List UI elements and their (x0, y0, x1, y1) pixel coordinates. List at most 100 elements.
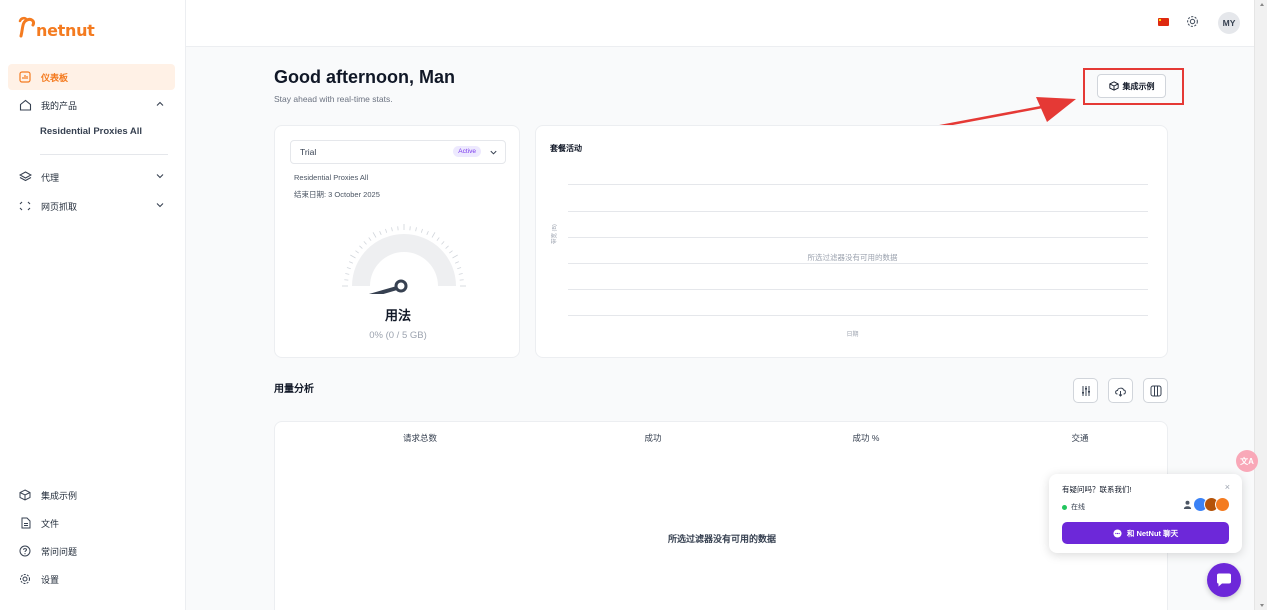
activity-title: 套餐活动 (550, 144, 582, 153)
chat-icon (1217, 573, 1231, 587)
translate-button[interactable]: 文A (1236, 450, 1258, 472)
plan-card: Trial Active Residential Proxies All 结束日… (274, 125, 520, 358)
gauge-tick (368, 237, 372, 241)
gauge-tick (420, 228, 423, 233)
scan-icon (18, 199, 32, 213)
gridline (568, 237, 1148, 238)
online-label: 在线 (1071, 504, 1085, 511)
download-button[interactable] (1108, 378, 1133, 403)
gauge-tick (345, 273, 350, 275)
sidebar-item-dashboard[interactable]: 仪表板 (8, 64, 175, 90)
gauge-tick (449, 250, 453, 254)
sidebar-item-label: 文件 (41, 518, 60, 529)
gauge-tick (415, 227, 417, 232)
sidebar-item-label: 网页抓取 (41, 201, 78, 212)
gauge-tick (379, 231, 382, 236)
chat-button-label: 和 NetNut 聊天 (1126, 528, 1179, 538)
usage-analysis-title: 用量分析 (274, 384, 314, 395)
agent-avatars (1183, 497, 1230, 512)
sidebar-item-integration[interactable]: 集成示例 (8, 482, 175, 508)
agent-avatar (1215, 497, 1230, 512)
gauge-tick (454, 261, 459, 264)
gear-icon (18, 572, 32, 586)
sidebar-item-label: 代理 (41, 172, 60, 183)
cloud-download-icon (1115, 387, 1126, 397)
sidebar-item-label: 常问问题 (41, 546, 78, 557)
gauge-tick (372, 232, 377, 238)
columns-button[interactable] (1143, 378, 1168, 403)
sidebar-item-docs[interactable]: 文件 (8, 510, 175, 536)
cube-icon (1108, 81, 1119, 91)
usage-gauge (342, 224, 466, 294)
plan-product: Residential Proxies All (294, 173, 369, 182)
sidebar-divider (40, 154, 168, 155)
plan-select[interactable]: Trial Active (290, 140, 506, 164)
user-icon (1183, 500, 1192, 509)
gauge-tick (359, 245, 363, 249)
sidebar-item-my-products[interactable]: 我的产品 (8, 92, 175, 118)
gauge-tick (350, 254, 356, 259)
user-avatar[interactable]: MY (1218, 12, 1240, 34)
home-icon (18, 98, 32, 112)
integration-examples-button[interactable]: 集成示例 (1097, 74, 1166, 98)
chat-launcher-button[interactable] (1207, 563, 1241, 597)
columns-icon (1150, 385, 1161, 396)
online-status: 在线 (1062, 502, 1085, 512)
chat-popup: 有疑问吗？联系我们! × 在线 和 NetNut 聊天 (1049, 474, 1242, 553)
plan-end-date: 结束日期: 3 October 2025 (294, 190, 380, 199)
filter-button[interactable] (1073, 378, 1098, 403)
usage-title: 用法 (384, 308, 411, 323)
page-scrollbar[interactable] (1254, 0, 1267, 610)
gauge-tick (346, 267, 351, 270)
file-icon (18, 516, 32, 530)
sidebar-item-proxy[interactable]: 代理 (8, 164, 175, 190)
plan-select-value: Trial (300, 147, 317, 157)
usage-value: 0% (0 / 5 GB) (369, 330, 427, 341)
chart-empty-message: 所选过滤器没有可用的数据 (807, 253, 898, 262)
table-header[interactable]: 请求总数 (403, 432, 437, 444)
chart-xlabel: 日期 (846, 332, 859, 338)
table-header[interactable]: 成功 % (853, 432, 880, 444)
chevron-down-icon (156, 174, 164, 179)
sidebar-item-settings[interactable]: 设置 (8, 566, 175, 592)
gauge-tick (349, 261, 354, 264)
gauge-tick (363, 241, 367, 245)
sidebar-item-faq[interactable]: 常问问题 (8, 538, 175, 564)
sidebar-item-label: 我的产品 (41, 100, 78, 111)
gauge-tick (436, 237, 440, 241)
online-dot (1062, 504, 1067, 510)
sidebar-item-web-scraping[interactable]: 网页抓取 (8, 193, 175, 219)
cube-icon (18, 488, 32, 502)
gauge-tick (426, 231, 429, 236)
gauge-tick (355, 250, 359, 254)
gauge-tick (457, 267, 462, 270)
logo-text: netnut (36, 21, 95, 40)
gridline (568, 263, 1148, 264)
china-flag-icon[interactable] (1158, 18, 1169, 26)
chart-icon (18, 70, 32, 84)
gridline (568, 289, 1148, 290)
netnut-logo[interactable]: netnut (18, 16, 95, 40)
gauge-tick (391, 227, 393, 232)
gear-icon[interactable] (1186, 15, 1199, 28)
sidebar-item-label: 设置 (41, 574, 60, 585)
chart-ylabel: 带宽 (B) (552, 224, 558, 244)
topbar: MY (186, 0, 1254, 47)
page-subtitle: Stay ahead with real-time stats. (274, 94, 393, 104)
gauge-tick (458, 273, 463, 275)
sidebar-subitem-residential[interactable]: Residential Proxies All (40, 126, 142, 137)
page-title: Good afternoon, Man (274, 67, 455, 87)
usage-table: 请求总数 成功 成功 % 交通 所选过滤器没有可用的数据 (274, 421, 1168, 610)
integration-button-label: 集成示例 (1122, 81, 1155, 91)
gauge-hub (394, 279, 408, 293)
table-header[interactable]: 交通 (1071, 432, 1088, 444)
chat-with-netnut-button[interactable]: 和 NetNut 聊天 (1062, 522, 1229, 544)
gauge-tick (452, 254, 458, 259)
sliders-icon (1081, 385, 1090, 396)
sidebar-item-label: 集成示例 (41, 490, 78, 501)
chevron-up-icon (156, 101, 164, 106)
table-header[interactable]: 成功 (644, 432, 661, 444)
chat-bubble-icon (1113, 528, 1122, 538)
status-badge: Active (453, 146, 481, 157)
close-icon[interactable]: × (1225, 482, 1230, 492)
